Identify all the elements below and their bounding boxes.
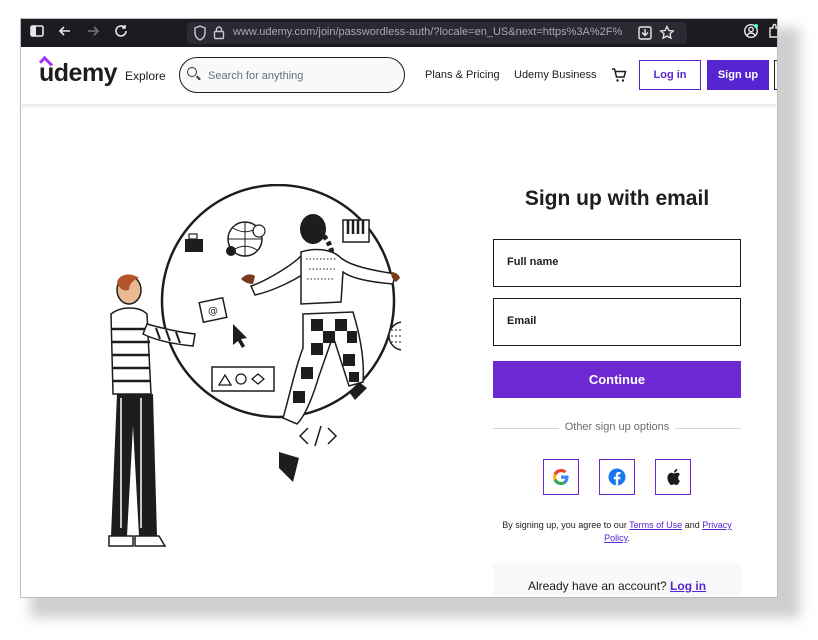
other-options-label: Other sign up options xyxy=(493,421,741,433)
address-bar[interactable]: www.udemy.com/join/passwordless-auth/?lo… xyxy=(187,22,687,44)
reload-icon[interactable] xyxy=(111,23,131,43)
browser-window: www.udemy.com/join/passwordless-auth/?lo… xyxy=(20,18,778,598)
terms-suffix: . xyxy=(627,533,630,543)
browser-toolbar: www.udemy.com/join/passwordless-auth/?lo… xyxy=(21,19,777,47)
tab-overview-icon[interactable] xyxy=(27,23,47,43)
already-account-box: Already have an account? Log in xyxy=(493,563,741,597)
account-icon[interactable] xyxy=(741,23,761,43)
apple-signup-button[interactable] xyxy=(655,459,691,495)
shield-icon[interactable] xyxy=(193,25,207,46)
header-signup-button[interactable]: Sign up xyxy=(707,60,769,90)
other-options-text: Other sign up options xyxy=(558,421,676,433)
search-input[interactable] xyxy=(206,66,400,86)
lock-icon[interactable] xyxy=(213,25,225,45)
plans-pricing-link[interactable]: Plans & Pricing xyxy=(425,69,500,81)
facebook-signup-button[interactable] xyxy=(599,459,635,495)
download-page-icon[interactable] xyxy=(637,25,653,46)
header-login-button[interactable]: Log in xyxy=(639,60,701,90)
search-icon[interactable] xyxy=(187,67,197,77)
search-box[interactable] xyxy=(179,57,405,93)
continue-button[interactable]: Continue xyxy=(493,361,741,398)
svg-text:@: @ xyxy=(208,306,218,317)
apple-icon xyxy=(667,468,680,485)
facebook-icon xyxy=(608,468,626,486)
signup-illustration: @ xyxy=(108,184,401,547)
terms-text: By signing up, you agree to our Terms of… xyxy=(493,519,741,545)
terms-of-use-link[interactable]: Terms of Use xyxy=(629,520,682,530)
google-signup-button[interactable] xyxy=(543,459,579,495)
udemy-business-link[interactable]: Udemy Business xyxy=(514,69,597,81)
bookmark-star-icon[interactable] xyxy=(659,24,675,46)
cart-icon[interactable] xyxy=(611,67,627,83)
site-header: udemy Explore Plans & Pricing Udemy Busi… xyxy=(21,47,777,104)
language-button[interactable] xyxy=(774,60,777,90)
back-arrow-icon[interactable] xyxy=(55,23,75,43)
full-name-label: Full name xyxy=(507,256,559,268)
email-label: Email xyxy=(507,315,537,327)
already-account-text: Already have an account? xyxy=(527,579,667,593)
full-name-field[interactable]: Full name xyxy=(493,239,741,287)
form-title: Sign up with email xyxy=(524,187,710,210)
url-text[interactable]: www.udemy.com/join/passwordless-auth/?lo… xyxy=(233,26,623,41)
forward-arrow-icon[interactable] xyxy=(83,23,103,43)
google-icon xyxy=(553,469,569,485)
extensions-icon[interactable] xyxy=(765,23,777,43)
terms-prefix: By signing up, you agree to our xyxy=(502,520,627,530)
already-login-link[interactable]: Log in xyxy=(670,579,706,593)
terms-and: and xyxy=(684,520,700,530)
explore-link[interactable]: Explore xyxy=(125,69,166,83)
email-field[interactable]: Email xyxy=(493,298,741,346)
